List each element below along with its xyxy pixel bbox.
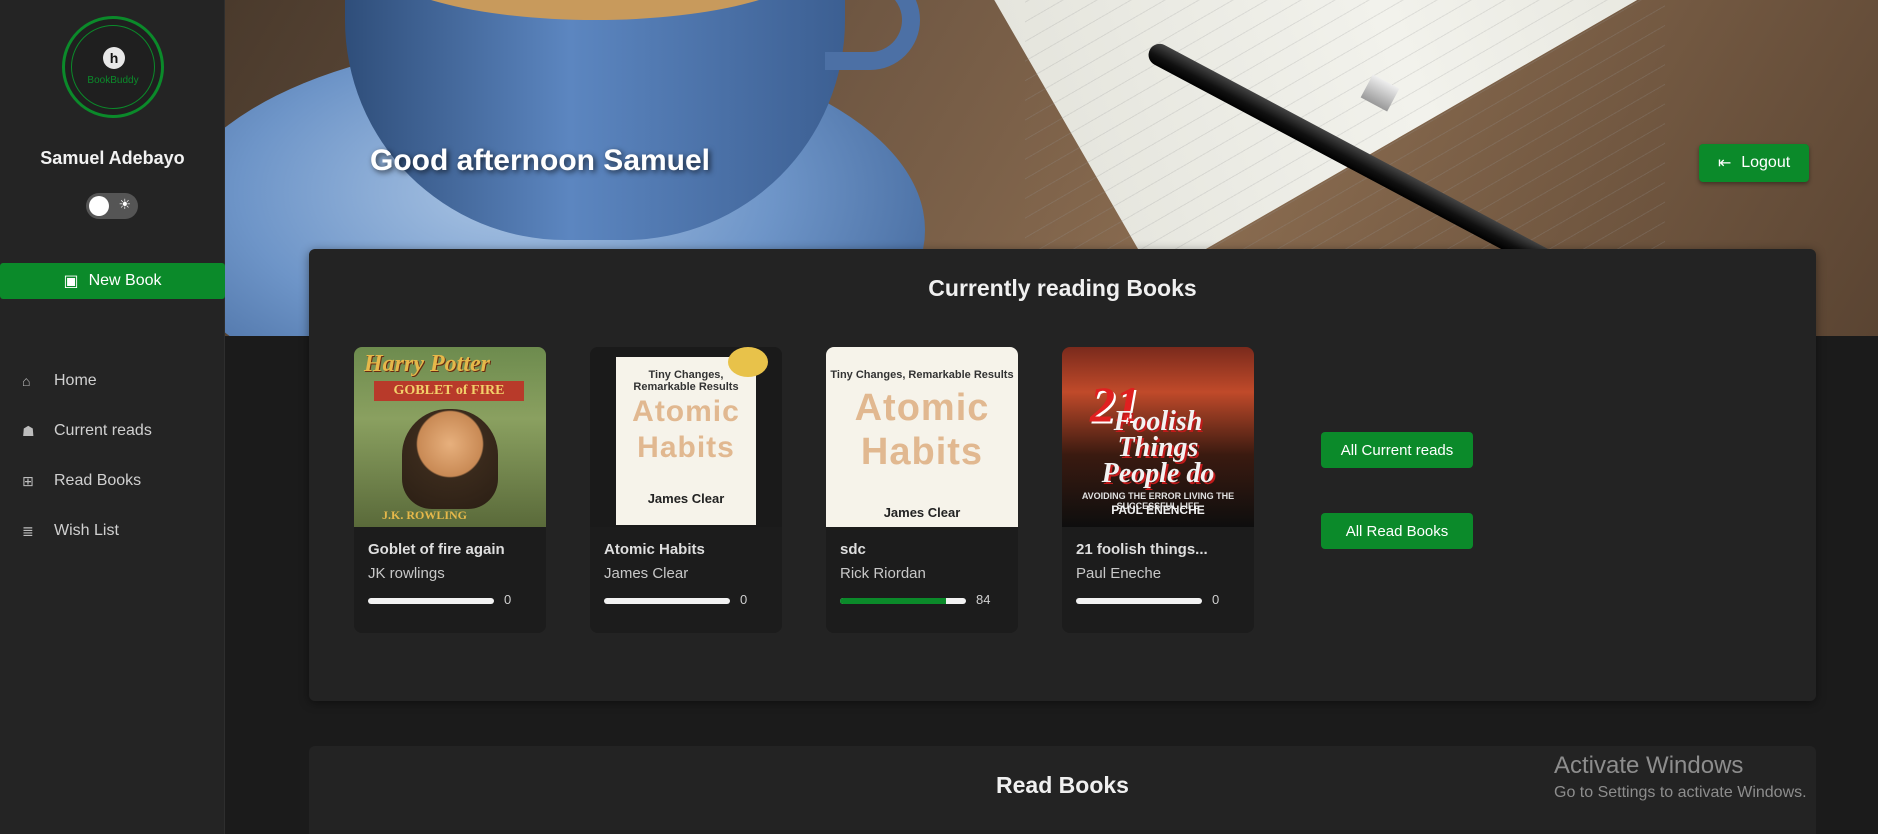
reading-progress-bar (840, 598, 966, 604)
cover-subtitle-text: Tiny Changes, Remarkable Results (830, 369, 1014, 381)
sidebar-item-home[interactable]: ⌂ Home (0, 356, 225, 406)
book-title: 21 foolish things... (1076, 541, 1208, 558)
sidebar-item-wish-list[interactable]: ≣ Wish List (0, 506, 225, 556)
book-card[interactable]: 21 Foolish Things People do AVOIDING THE… (1062, 347, 1254, 633)
greeting-heading: Good afternoon Samuel (370, 144, 711, 177)
cover-title-word: People do (1101, 458, 1215, 489)
hero-notebook-lines (1025, 0, 1665, 280)
reading-progress-bar (368, 598, 494, 604)
currently-reading-panel: Currently reading Books Harry Potter GOB… (309, 249, 1816, 701)
progress-fill (840, 598, 946, 604)
windows-activation-watermark: Activate Windows Go to Settings to activ… (1554, 752, 1807, 802)
sidebar-nav: ⌂ Home ☗ Current reads ⊞ Read Books ≣ Wi… (0, 356, 225, 556)
all-current-reads-button[interactable]: All Current reads (1321, 432, 1473, 468)
hero-cup-handle (825, 0, 920, 70)
sidebar-item-read-books[interactable]: ⊞ Read Books (0, 456, 225, 506)
home-icon: ⌂ (22, 373, 31, 389)
cover-subtitle-text: GOBLET of FIRE (374, 381, 524, 401)
progress-value: 0 (1212, 592, 1220, 607)
progress-value: 0 (504, 592, 512, 607)
book-title: sdc (840, 541, 866, 558)
book-cover-image: 21 Foolish Things People do AVOIDING THE… (1062, 347, 1254, 527)
book-cover-image: Tiny Changes, Remarkable Results Atomic … (590, 347, 782, 527)
currently-reading-title: Currently reading Books (928, 275, 1197, 301)
bookbuddy-logo[interactable]: h BookBuddy (62, 16, 164, 118)
book-card[interactable]: Harry Potter GOBLET of FIRE J.K. ROWLING… (354, 347, 546, 633)
sidebar-item-label: Wish List (54, 522, 119, 539)
cover-author-text: James Clear (647, 491, 725, 506)
cover-title-word: Habits (860, 431, 984, 473)
cover-title-word: Habits (637, 431, 735, 464)
reading-progress-bar (1076, 598, 1202, 604)
logout-label: Logout (1741, 154, 1791, 171)
cover-title-word: Atomic (854, 387, 990, 429)
books-stack-icon: ≣ (22, 522, 34, 539)
book-author: Paul Eneche (1076, 565, 1162, 582)
progress-value: 84 (976, 592, 991, 607)
logo-brand-text: BookBuddy (87, 75, 139, 86)
book-cover-image: Tiny Changes, Remarkable Results Atomic … (826, 347, 1018, 527)
new-book-button[interactable]: ▣ New Book (0, 263, 225, 299)
sidebar-item-current-reads[interactable]: ☗ Current reads (0, 406, 225, 456)
watermark-line-1: Activate Windows (1554, 752, 1744, 779)
book-card[interactable]: Tiny Changes, Remarkable Results Atomic … (590, 347, 782, 633)
sidebar: h BookBuddy Samuel Adebayo ☀ ▣ New Book … (0, 0, 225, 834)
cover-illustration (402, 409, 498, 509)
cover-inner: Tiny Changes, Remarkable Results Atomic … (616, 357, 756, 525)
all-read-books-button[interactable]: All Read Books (1321, 513, 1473, 549)
book-title: Goblet of fire again (368, 541, 505, 558)
cover-author-text: PAUL ENENCHE (1111, 503, 1205, 517)
book-author: JK rowlings (368, 565, 445, 582)
open-book-icon: ⊞ (22, 472, 34, 489)
sidebar-item-label: Current reads (54, 422, 152, 439)
progress-value: 0 (740, 592, 748, 607)
book-card[interactable]: Tiny Changes, Remarkable Results Atomic … (826, 347, 1018, 633)
logout-button[interactable]: ⇤ Logout (1699, 144, 1809, 182)
cover-title-text: Harry Potter (364, 351, 490, 377)
logout-icon: ⇤ (1717, 155, 1732, 172)
user-name: Samuel Adebayo (40, 148, 185, 168)
sidebar-item-label: Home (54, 372, 97, 389)
new-book-label: New Book (88, 272, 162, 289)
cover-author-text: J.K. ROWLING (382, 508, 468, 522)
book-icon: ▣ (63, 273, 79, 290)
toggle-knob (89, 196, 109, 216)
watermark-line-2: Go to Settings to activate Windows. (1554, 784, 1807, 801)
book-cover-image: Harry Potter GOBLET of FIRE J.K. ROWLING (354, 347, 546, 527)
book-title: Atomic Habits (604, 541, 705, 558)
book-author: Rick Riordan (840, 565, 926, 582)
cover-title-word: Atomic (632, 395, 740, 428)
cover-seal-badge (728, 347, 768, 377)
theme-toggle[interactable]: ☀ (86, 193, 138, 219)
sun-icon: ☀ (118, 196, 131, 212)
logo-mark-icon: h (103, 47, 125, 69)
book-author: James Clear (604, 565, 689, 582)
sidebar-item-label: Read Books (54, 472, 142, 489)
reading-icon: ☗ (22, 422, 35, 439)
reading-progress-bar (604, 598, 730, 604)
cover-author-text: James Clear (883, 505, 961, 520)
